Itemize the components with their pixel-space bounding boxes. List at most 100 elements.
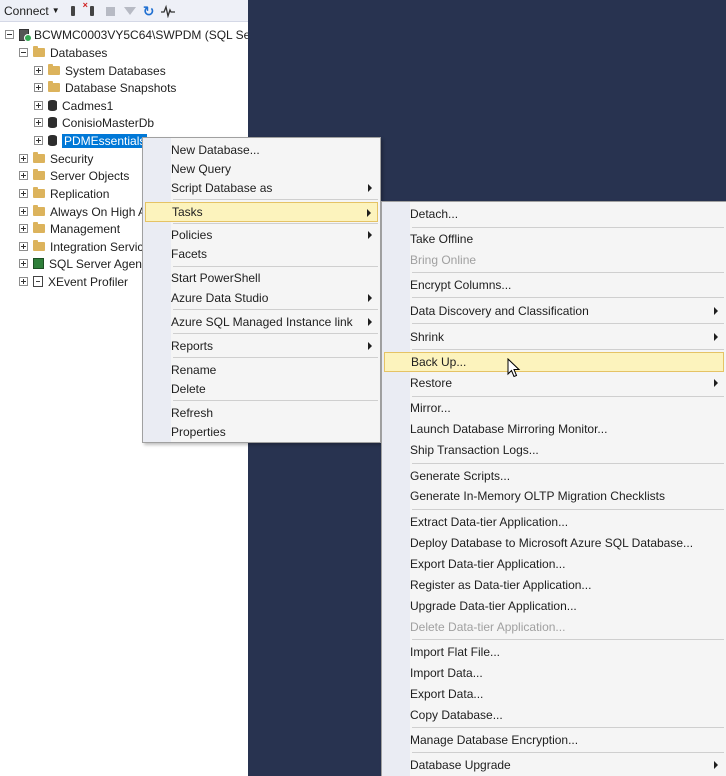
databases-label: Databases [50, 45, 108, 60]
expand-icon[interactable] [34, 118, 43, 127]
filter-icon[interactable] [123, 4, 137, 18]
menu-item-export-data-tier[interactable]: Export Data-tier Application... [384, 554, 724, 574]
menu-item-launch-mirroring-monitor[interactable]: Launch Database Mirroring Monitor... [384, 419, 724, 439]
menu-item-register-data-tier[interactable]: Register as Data-tier Application... [384, 575, 724, 595]
menu-item-export-data[interactable]: Export Data... [384, 684, 724, 704]
expand-icon[interactable] [34, 136, 43, 145]
tree-node-database-snapshots[interactable]: Database Snapshots [34, 79, 176, 96]
folder-icon [33, 169, 45, 180]
folder-icon [33, 205, 45, 216]
collapse-icon[interactable] [5, 30, 14, 39]
menu-separator [412, 227, 724, 228]
tree-node-server[interactable]: BCWMC0003VY5C64\SWPDM (SQL Serve [5, 26, 248, 43]
expand-icon[interactable] [34, 101, 43, 110]
tree-node-replication[interactable]: Replication [19, 185, 109, 202]
menu-item-shrink[interactable]: Shrink [384, 327, 724, 347]
menu-item-delete[interactable]: Delete [145, 379, 378, 399]
menu-item-data-discovery[interactable]: Data Discovery and Classification [384, 301, 724, 321]
menu-item-generate-oltp-checklists[interactable]: Generate In-Memory OLTP Migration Checkl… [384, 486, 724, 506]
menu-item-label: Mirror... [410, 401, 451, 415]
tree-node-always-on[interactable]: Always On High A [19, 203, 146, 220]
menu-item-script-database-as[interactable]: Script Database as [145, 178, 378, 198]
database-icon [48, 100, 57, 111]
expand-icon[interactable] [19, 189, 28, 198]
tree-node-integration-services[interactable]: Integration Servic [19, 238, 143, 255]
menu-item-extract-data-tier[interactable]: Extract Data-tier Application... [384, 512, 724, 532]
menu-item-take-offline[interactable]: Take Offline [384, 229, 724, 249]
expand-icon[interactable] [19, 171, 28, 180]
menu-item-label: Generate In-Memory OLTP Migration Checkl… [410, 489, 665, 503]
tree-node-cadmes1[interactable]: Cadmes1 [34, 97, 113, 114]
refresh-icon[interactable]: ↻ [142, 4, 156, 18]
tasks-submenu: Detach... Take Offline Bring Online Encr… [381, 201, 726, 776]
stop-icon[interactable] [104, 4, 118, 18]
collapse-icon[interactable] [19, 48, 28, 57]
menu-item-label: Delete [171, 382, 206, 396]
expand-icon[interactable] [34, 66, 43, 75]
menu-item-label: Ship Transaction Logs... [410, 443, 539, 457]
connect-dropdown-icon[interactable]: ▼ [52, 6, 60, 15]
tree-node-pdmessentials[interactable]: PDMEssentials [34, 132, 148, 149]
menu-item-azure-data-studio[interactable]: Azure Data Studio [145, 288, 378, 308]
xevent-profiler-label: XEvent Profiler [48, 274, 129, 289]
database-snapshots-label: Database Snapshots [65, 80, 177, 95]
menu-item-azure-sql-mi-link[interactable]: Azure SQL Managed Instance link [145, 312, 378, 332]
menu-item-deploy-to-azure[interactable]: Deploy Database to Microsoft Azure SQL D… [384, 533, 724, 553]
expand-icon[interactable] [19, 207, 28, 216]
expand-icon[interactable] [19, 277, 28, 286]
menu-item-rename[interactable]: Rename [145, 360, 378, 380]
tree-node-management[interactable]: Management [19, 220, 120, 237]
menu-item-import-flat-file[interactable]: Import Flat File... [384, 642, 724, 662]
submenu-arrow-icon [367, 209, 371, 217]
menu-item-start-powershell[interactable]: Start PowerShell [145, 268, 378, 288]
tree-node-conisiomasterdb[interactable]: ConisioMasterDb [34, 114, 154, 131]
mouse-pointer-icon [507, 358, 521, 378]
menu-item-database-upgrade[interactable]: Database Upgrade [384, 755, 724, 775]
menu-separator [412, 509, 724, 510]
menu-item-copy-database[interactable]: Copy Database... [384, 705, 724, 725]
tree-node-databases[interactable]: Databases [19, 44, 107, 61]
expand-icon[interactable] [34, 83, 43, 92]
menu-item-mirror[interactable]: Mirror... [384, 398, 724, 418]
menu-item-policies[interactable]: Policies [145, 225, 378, 245]
connect-plug-icon[interactable] [66, 4, 80, 18]
disconnect-icon[interactable]: × [83, 0, 99, 18]
menu-item-upgrade-data-tier[interactable]: Upgrade Data-tier Application... [384, 596, 724, 616]
expand-icon[interactable] [19, 154, 28, 163]
menu-item-label: Encrypt Columns... [410, 278, 512, 292]
menu-item-generate-scripts[interactable]: Generate Scripts... [384, 466, 724, 486]
menu-item-reports[interactable]: Reports [145, 336, 378, 356]
menu-item-refresh[interactable]: Refresh [145, 403, 378, 423]
menu-item-tasks[interactable]: Tasks [145, 202, 378, 222]
tree-node-security[interactable]: Security [19, 150, 93, 167]
expand-icon[interactable] [19, 242, 28, 251]
replication-label: Replication [50, 186, 110, 201]
tree-node-sql-server-agent[interactable]: SQL Server Agent [19, 255, 145, 272]
menu-item-encrypt-columns[interactable]: Encrypt Columns... [384, 275, 724, 295]
folder-icon [48, 64, 60, 75]
tree-node-xevent-profiler[interactable]: XEvent Profiler [19, 273, 128, 290]
menu-item-properties[interactable]: Properties [145, 422, 378, 442]
menu-item-new-database[interactable]: New Database... [145, 140, 378, 160]
menu-item-manage-encryption[interactable]: Manage Database Encryption... [384, 730, 724, 750]
activity-monitor-icon[interactable] [160, 4, 175, 18]
menu-separator [412, 396, 724, 397]
tree-node-system-databases[interactable]: System Databases [34, 62, 166, 79]
menu-item-label: Manage Database Encryption... [410, 733, 579, 747]
menu-item-new-query[interactable]: New Query [145, 159, 378, 179]
menu-item-detach[interactable]: Detach... [384, 204, 724, 224]
menu-item-ship-transaction-logs[interactable]: Ship Transaction Logs... [384, 440, 724, 460]
expand-icon[interactable] [19, 259, 28, 268]
menu-item-import-data[interactable]: Import Data... [384, 663, 724, 683]
folder-icon [33, 222, 45, 233]
menu-item-facets[interactable]: Facets [145, 244, 378, 264]
menu-separator [412, 349, 724, 350]
tree-node-server-objects[interactable]: Server Objects [19, 167, 129, 184]
connect-button[interactable]: Connect [4, 4, 49, 18]
expand-icon[interactable] [19, 224, 28, 233]
submenu-arrow-icon [714, 761, 718, 769]
server-label: BCWMC0003VY5C64\SWPDM (SQL Serve [34, 27, 248, 42]
menu-item-restore[interactable]: Restore [384, 373, 724, 393]
submenu-arrow-icon [714, 333, 718, 341]
menu-item-back-up[interactable]: Back Up... [384, 352, 724, 372]
